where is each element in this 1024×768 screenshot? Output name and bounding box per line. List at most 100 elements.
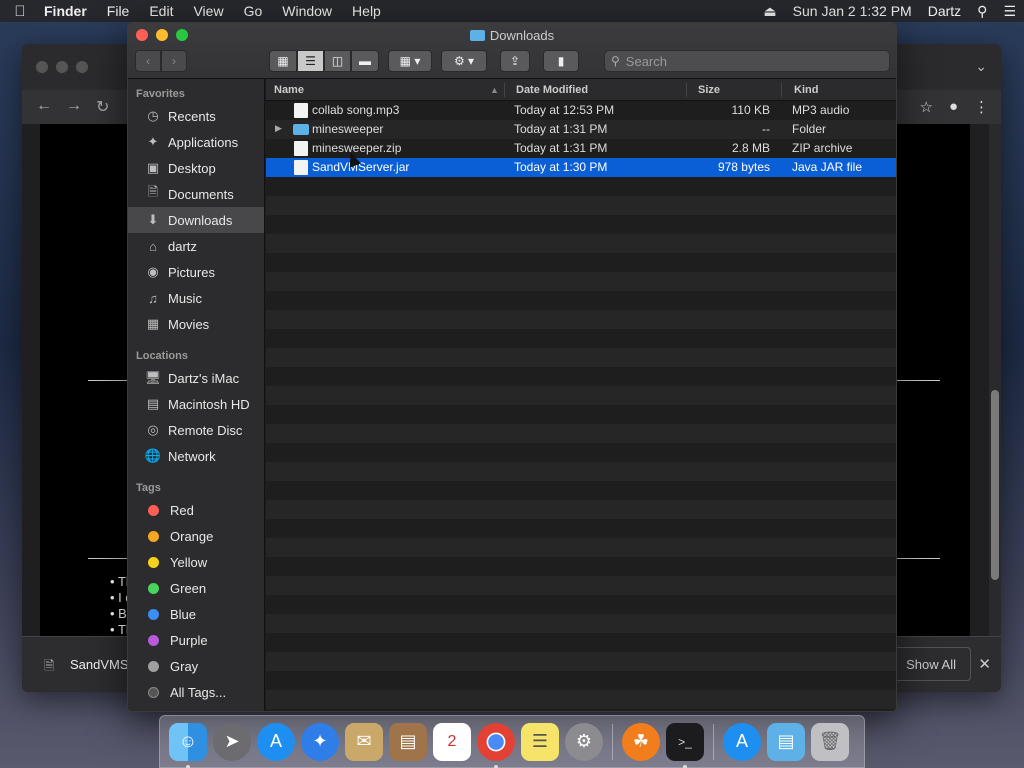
chrome-dock-icon[interactable] xyxy=(477,722,515,768)
sidebar-item-pictures[interactable]: ◉ Pictures xyxy=(128,259,264,285)
notes-dock-icon[interactable]: ☰ xyxy=(521,722,559,761)
forward-button[interactable]: › xyxy=(161,50,187,72)
download-item-name[interactable]: SandVMS xyxy=(70,657,129,672)
sidebar-item-recents[interactable]: ◷ Recents xyxy=(128,103,264,129)
contacts-dock-icon[interactable]: ▤ xyxy=(389,722,427,761)
sidebar-tag-yellow[interactable]: Yellow xyxy=(128,549,264,575)
applications-folder-dock-icon[interactable]: A xyxy=(723,722,761,761)
browser-window-controls xyxy=(36,61,88,73)
menu-app-name[interactable]: Finder xyxy=(40,3,97,19)
sidebar-item-network[interactable]: 🌐 Network xyxy=(128,443,264,469)
sidebar-tag-purple[interactable]: Purple xyxy=(128,627,264,653)
sidebar-item-remote-disc[interactable]: ◎ Remote Disc xyxy=(128,417,264,443)
sidebar-tag-green[interactable]: Green xyxy=(128,575,264,601)
menu-help[interactable]: Help xyxy=(342,3,391,19)
sidebar-tag-red[interactable]: Red xyxy=(128,497,264,523)
app-store-dock-icon[interactable]: A xyxy=(257,722,295,761)
calendar-dock-icon[interactable]: 2 xyxy=(433,722,471,761)
forward-arrow-icon[interactable]: → xyxy=(66,97,82,117)
profile-avatar-icon[interactable]: ● xyxy=(949,98,958,116)
gear-icon[interactable]: ⚙ ▾ xyxy=(441,50,487,72)
browser-minimize-button[interactable] xyxy=(56,61,68,73)
search-icon: ⚲ xyxy=(611,54,620,68)
action-menu-button[interactable]: ⚙ ▾ xyxy=(441,50,487,72)
sidebar-item-music[interactable]: ♫ Music xyxy=(128,285,264,311)
sidebar-item-applications[interactable]: ✦ Applications xyxy=(128,129,264,155)
menu-go[interactable]: Go xyxy=(234,3,273,19)
window-title: Downloads xyxy=(128,28,896,43)
menu-window[interactable]: Window xyxy=(272,3,342,19)
table-row-selected[interactable]: SandVMServer.jar Today at 1:30 PM 978 by… xyxy=(266,158,896,177)
fl-studio-dock-icon[interactable]: ☘ xyxy=(622,722,660,761)
column-header-date[interactable]: Date Modified xyxy=(516,84,588,96)
search-field[interactable]: ⚲ Search xyxy=(604,50,890,72)
spotlight-search-icon[interactable]: ⚲ xyxy=(969,3,995,20)
more-menu-icon[interactable]: ⋮ xyxy=(974,98,989,116)
column-separator[interactable] xyxy=(504,83,505,97)
menu-user[interactable]: Dartz xyxy=(920,3,969,19)
share-button[interactable]: ⇪ xyxy=(500,50,530,72)
group-grid-icon[interactable]: ▦ ▾ xyxy=(388,50,432,72)
column-view-icon[interactable]: ◫ xyxy=(324,50,351,72)
system-preferences-gear-icon[interactable]: ⚙ xyxy=(565,722,603,761)
sidebar-tag-blue[interactable]: Blue xyxy=(128,601,264,627)
column-header-kind[interactable]: Kind xyxy=(794,84,818,96)
apple-menu-icon[interactable]:  xyxy=(0,3,40,20)
mail-stamp-dock-icon[interactable]: ✉ xyxy=(345,722,383,761)
menu-file[interactable]: File xyxy=(97,3,140,19)
menu-view[interactable]: View xyxy=(183,3,233,19)
trash-dock-icon[interactable]: 🗑 xyxy=(811,722,849,761)
menu-clock[interactable]: Sun Jan 2 1:32 PM xyxy=(785,3,920,19)
sort-ascending-icon[interactable]: ▲ xyxy=(490,85,499,95)
eject-icon[interactable]: ⏏ xyxy=(755,3,784,20)
safari-compass-icon[interactable]: ✦ xyxy=(301,722,339,761)
column-separator[interactable] xyxy=(686,83,687,97)
column-separator[interactable] xyxy=(781,83,782,97)
sidebar-item-documents[interactable]: 🗎 Documents xyxy=(128,181,264,207)
back-button[interactable]: ‹ xyxy=(135,50,161,72)
sidebar-item-home[interactable]: ⌂ dartz xyxy=(128,233,264,259)
sidebar-tag-gray[interactable]: Gray xyxy=(128,653,264,679)
launchpad-dock-icon[interactable]: ➤ xyxy=(213,722,251,761)
icon-view-icon[interactable]: ▦ xyxy=(269,50,297,72)
share-icon[interactable]: ⇪ xyxy=(500,50,530,72)
running-indicator xyxy=(683,764,687,768)
scrollbar-thumb[interactable] xyxy=(991,390,999,580)
table-row[interactable]: ▶ minesweeper Today at 1:31 PM -- Folder xyxy=(266,120,896,139)
browser-close-button[interactable] xyxy=(36,61,48,73)
finder-dock-icon[interactable]: ☺ xyxy=(169,722,207,768)
close-icon[interactable]: ✕ xyxy=(978,655,991,673)
sidebar-item-desktop[interactable]: ▣ Desktop xyxy=(128,155,264,181)
terminal-dock-icon[interactable]: >_ xyxy=(666,722,704,768)
menu-edit[interactable]: Edit xyxy=(139,3,183,19)
bookmark-star-icon[interactable]: ☆ xyxy=(919,98,932,116)
sidebar-item-label: Applications xyxy=(168,134,239,150)
sidebar-item-all-tags[interactable]: All Tags... xyxy=(128,679,264,705)
group-by-button[interactable]: ▦ ▾ xyxy=(388,50,432,72)
column-header-name[interactable]: Name xyxy=(274,84,304,96)
sidebar-item-downloads[interactable]: ⬇ Downloads xyxy=(128,207,264,233)
back-arrow-icon[interactable]: ← xyxy=(36,97,52,117)
gallery-view-icon[interactable]: ▬ xyxy=(351,50,379,72)
sidebar-item-movies[interactable]: ▦ Movies xyxy=(128,311,264,337)
chevron-down-icon[interactable]: ⌄ xyxy=(975,58,987,75)
list-view-icon[interactable]: ☰ xyxy=(297,50,324,72)
tag-button[interactable]: ▮ xyxy=(543,50,579,72)
show-all-button[interactable]: Show All xyxy=(891,647,971,681)
sidebar-item-macintosh-hd[interactable]: ▤ Macintosh HD xyxy=(128,391,264,417)
browser-scrollbar[interactable] xyxy=(989,124,1001,680)
browser-nav: ← → ↻ xyxy=(36,97,109,117)
browser-zoom-button[interactable] xyxy=(76,61,88,73)
reload-icon[interactable]: ↻ xyxy=(96,97,109,117)
list-header: Name ▲ Date Modified Size Kind xyxy=(266,79,896,101)
search-placeholder: Search xyxy=(625,53,667,69)
table-row[interactable]: minesweeper.zip Today at 1:31 PM 2.8 MB … xyxy=(266,139,896,158)
sidebar-item-imac[interactable]: 🖥 Dartz's iMac xyxy=(128,365,264,391)
downloads-folder-dock-icon[interactable]: ▤ xyxy=(767,722,805,761)
disclosure-triangle-icon[interactable]: ▶ xyxy=(275,123,282,134)
column-header-size[interactable]: Size xyxy=(698,84,720,96)
sidebar-tag-orange[interactable]: Orange xyxy=(128,523,264,549)
table-row[interactable]: collab song.mp3 Today at 12:53 PM 110 KB… xyxy=(266,101,896,120)
tag-icon[interactable]: ▮ xyxy=(543,50,579,72)
notification-center-icon[interactable]: ☰ xyxy=(995,3,1024,20)
